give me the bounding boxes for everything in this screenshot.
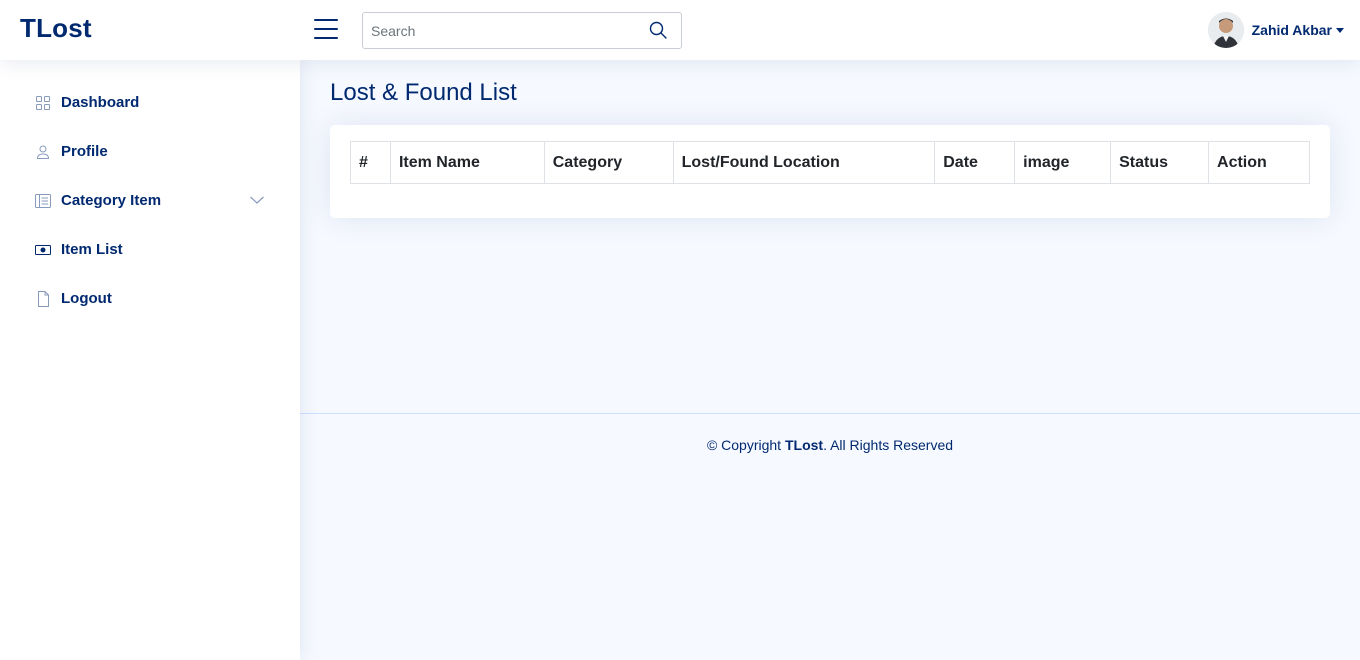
column-header-image[interactable]: image (1014, 141, 1112, 184)
hamburger-icon-bar (314, 37, 338, 39)
sidebar-item-label: Item List (61, 241, 123, 258)
lost-found-table: # Item Name Category Lost/Found Location… (350, 141, 1310, 184)
sidebar-nav: Dashboard Profile Category Item Item Lis… (0, 60, 300, 323)
hamburger-icon-bar (314, 19, 338, 21)
copyright-brand: TLost (784, 437, 824, 453)
copyright-prefix: © Copyright (706, 437, 785, 453)
caret-down-icon (1336, 27, 1344, 33)
column-header-number[interactable]: # (350, 141, 391, 184)
hamburger-icon-bar (314, 28, 338, 30)
grid-icon (34, 94, 52, 112)
search-icon[interactable] (649, 21, 669, 41)
layout-text-icon (34, 192, 52, 210)
app-logo[interactable]: TLost (20, 13, 92, 44)
main-content: Lost & Found List # Item Name Category L… (300, 60, 1360, 660)
sidebar-toggle-button[interactable] (314, 19, 338, 39)
table-card: # Item Name Category Lost/Found Location… (330, 125, 1330, 218)
column-header-date[interactable]: Date (934, 141, 1016, 184)
page-title: Lost & Found List (330, 79, 517, 106)
column-header-action[interactable]: Action (1208, 141, 1310, 184)
sidebar-item-dashboard[interactable]: Dashboard (0, 78, 300, 127)
sidebar-item-label: Profile (61, 143, 108, 160)
sidebar: Dashboard Profile Category Item Item Lis… (0, 60, 300, 660)
avatar (1207, 12, 1244, 48)
sidebar-item-label: Dashboard (61, 94, 140, 111)
sidebar-item-profile[interactable]: Profile (0, 127, 300, 176)
column-header-category[interactable]: Category (543, 141, 674, 184)
sidebar-item-category-item[interactable]: Category Item (0, 176, 300, 225)
footer: © Copyright TLost. All Rights Reserved (300, 413, 1360, 453)
column-header-item-name[interactable]: Item Name (389, 141, 545, 184)
copyright-suffix: . All Rights Reserved (823, 437, 954, 453)
sidebar-item-label: Logout (61, 290, 112, 307)
column-header-location[interactable]: Lost/Found Location (672, 141, 936, 184)
search-bar (362, 12, 682, 49)
top-header: TLost Zahid Akbar (0, 0, 1360, 60)
cash-icon (34, 241, 52, 259)
sidebar-item-label: Category Item (61, 192, 162, 209)
person-icon (34, 143, 52, 161)
chevron-down-icon[interactable] (249, 192, 265, 208)
search-input[interactable] (363, 13, 633, 48)
user-name: Zahid Akbar (1251, 22, 1332, 38)
sidebar-item-logout[interactable]: Logout (0, 274, 300, 323)
sidebar-item-item-list[interactable]: Item List (0, 225, 300, 274)
column-header-status[interactable]: Status (1110, 141, 1210, 184)
file-icon (34, 290, 52, 308)
table-header-row: # Item Name Category Lost/Found Location… (350, 141, 1310, 184)
user-profile-dropdown[interactable]: Zahid Akbar (1207, 12, 1344, 48)
